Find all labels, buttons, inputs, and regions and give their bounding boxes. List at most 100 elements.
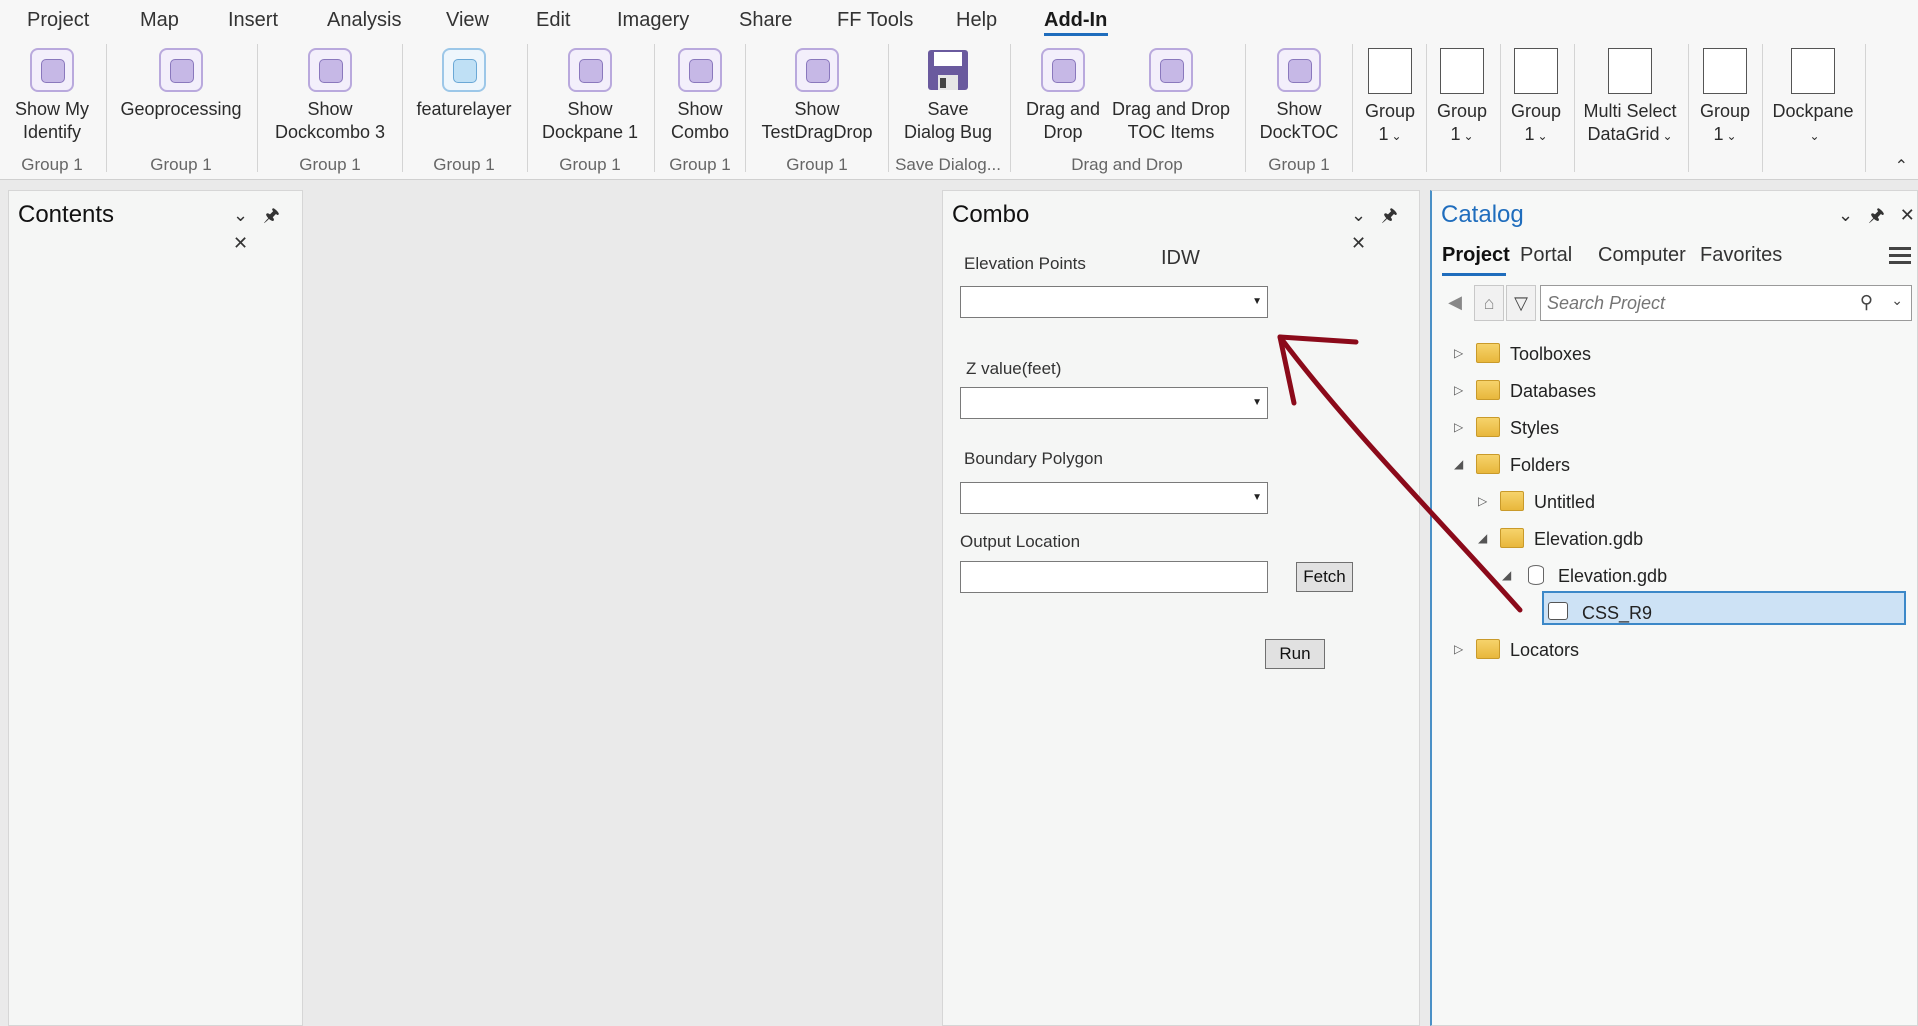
group-1-dropdown-button[interactable]: Group 1 ⌄ bbox=[1432, 48, 1492, 148]
expand-icon[interactable]: ▷ bbox=[1478, 494, 1492, 508]
menu-ff-tools[interactable]: FF Tools bbox=[837, 9, 913, 32]
multi-select-datagrid-button[interactable]: Multi Select DataGrid ⌄ bbox=[1580, 48, 1680, 148]
expand-icon[interactable]: ▷ bbox=[1454, 420, 1468, 434]
pin-icon[interactable]: 🖈 bbox=[263, 203, 280, 233]
tab-project[interactable]: Project bbox=[1442, 244, 1510, 267]
folder-icon bbox=[1500, 528, 1524, 548]
addin-button-icon bbox=[1277, 48, 1321, 92]
group-separator bbox=[1574, 44, 1575, 172]
menu-icon[interactable] bbox=[1889, 247, 1911, 268]
search-icon[interactable]: ⚲ bbox=[1860, 292, 1873, 313]
dockpane-dropdown-button[interactable]: Dockpane ⌄ bbox=[1768, 48, 1858, 148]
tree-item-untitled[interactable]: ▷ Untitled bbox=[1478, 488, 1778, 518]
group-label: Group 1 bbox=[559, 155, 621, 174]
empty-button-icon bbox=[1514, 48, 1558, 94]
tab-portal[interactable]: Portal bbox=[1520, 244, 1572, 267]
chevron-down-icon: ⌄ bbox=[1809, 129, 1820, 143]
pin-icon[interactable]: 🖈 bbox=[1868, 203, 1885, 233]
tree-item-toolboxes[interactable]: ▷ Toolboxes bbox=[1454, 340, 1754, 370]
run-button[interactable]: Run bbox=[1265, 639, 1325, 669]
z-value-dropdown[interactable]: ▼ bbox=[960, 387, 1268, 419]
tab-favorites[interactable]: Favorites bbox=[1700, 244, 1782, 267]
tree-item-databases[interactable]: ▷ Databases bbox=[1454, 377, 1754, 407]
tree-item-folders[interactable]: ◢ Folders bbox=[1454, 451, 1754, 481]
group-separator bbox=[888, 44, 889, 172]
pin-icon[interactable]: 🖈 bbox=[1381, 203, 1398, 233]
close-icon[interactable]: ✕ bbox=[1900, 205, 1915, 226]
combo-pane: Combo ⌄ 🖈 ✕ Elevation Points IDW ▼ Z val… bbox=[942, 190, 1420, 1026]
z-value-label: Z value(feet) bbox=[966, 359, 1062, 378]
tree-item-elevation-gdb[interactable]: ◢ Elevation.gdb bbox=[1502, 562, 1802, 592]
tab-computer[interactable]: Computer bbox=[1598, 244, 1686, 267]
group-separator bbox=[257, 44, 258, 172]
close-icon[interactable]: ✕ bbox=[1351, 233, 1366, 254]
filter-icon[interactable]: ▽ bbox=[1506, 285, 1536, 321]
group-1-dropdown-button[interactable]: Group 1 ⌄ bbox=[1694, 48, 1756, 148]
group-separator bbox=[106, 44, 107, 172]
tree-item-styles[interactable]: ▷ Styles bbox=[1454, 414, 1754, 444]
menu-edit[interactable]: Edit bbox=[536, 9, 570, 32]
output-location-input[interactable] bbox=[960, 561, 1268, 593]
show-docktoc-button[interactable]: Show DockTOC bbox=[1256, 48, 1342, 144]
menu-share[interactable]: Share bbox=[739, 9, 792, 32]
menu-project[interactable]: Project bbox=[27, 9, 89, 32]
group-label: Group 1 bbox=[1268, 155, 1330, 174]
tree-item-locators[interactable]: ▷ Locators bbox=[1454, 636, 1754, 666]
chevron-down-icon[interactable]: ⌄ bbox=[1351, 205, 1366, 226]
show-dockpane-1-button[interactable]: Show Dockpane 1 bbox=[536, 48, 644, 144]
home-icon[interactable]: ⌂ bbox=[1474, 285, 1504, 321]
menu-help[interactable]: Help bbox=[956, 9, 997, 32]
group-label: Group 1 bbox=[669, 155, 731, 174]
active-tab-indicator bbox=[1442, 273, 1506, 276]
close-icon[interactable]: ✕ bbox=[233, 233, 248, 254]
menu-view[interactable]: View bbox=[446, 9, 489, 32]
chevron-down-icon[interactable]: ⌄ bbox=[233, 205, 248, 226]
group-label: Drag and Drop bbox=[1071, 155, 1183, 174]
group-label: Group 1 bbox=[433, 155, 495, 174]
addin-button-icon bbox=[1041, 48, 1085, 92]
tree-item-elevation-gdb-folder[interactable]: ◢ Elevation.gdb bbox=[1478, 525, 1778, 555]
group-1-dropdown-button[interactable]: Group 1 ⌄ bbox=[1506, 48, 1566, 148]
back-icon[interactable]: ◀ bbox=[1440, 285, 1470, 321]
empty-button-icon bbox=[1608, 48, 1652, 94]
point-feature-class-icon bbox=[1548, 602, 1568, 620]
chevron-down-icon[interactable]: ⌄ bbox=[1891, 292, 1903, 309]
expand-icon[interactable]: ▷ bbox=[1454, 383, 1468, 397]
menu-add-in[interactable]: Add-In bbox=[1044, 9, 1107, 32]
show-my-identify-button[interactable]: Show My Identify bbox=[10, 48, 94, 144]
geoprocessing-button[interactable]: Geoprocessing bbox=[116, 48, 246, 121]
tree-item-css-r9[interactable]: CSS_R9 bbox=[1526, 599, 1826, 629]
collapse-icon[interactable]: ◢ bbox=[1454, 457, 1468, 471]
locator-folder-icon bbox=[1476, 639, 1500, 659]
group-separator bbox=[527, 44, 528, 172]
active-menu-indicator bbox=[1044, 33, 1108, 36]
featurelayer-button[interactable]: featurelayer bbox=[412, 48, 516, 121]
expand-icon[interactable]: ▷ bbox=[1454, 642, 1468, 656]
search-input[interactable] bbox=[1547, 290, 1837, 316]
menu-insert[interactable]: Insert bbox=[228, 9, 278, 32]
show-combo-button[interactable]: Show Combo bbox=[664, 48, 736, 144]
boundary-polygon-label: Boundary Polygon bbox=[964, 449, 1103, 468]
menu-map[interactable]: Map bbox=[140, 9, 179, 32]
chevron-down-icon[interactable]: ⌄ bbox=[1838, 205, 1853, 226]
group-label: Group 1 bbox=[150, 155, 212, 174]
collapse-ribbon-icon[interactable]: ⌃ bbox=[1895, 156, 1908, 176]
show-dockcombo-3-button[interactable]: Show Dockcombo 3 bbox=[268, 48, 392, 144]
group-1-dropdown-button[interactable]: Group 1 ⌄ bbox=[1360, 48, 1420, 148]
collapse-icon[interactable]: ◢ bbox=[1478, 531, 1492, 545]
show-testdragdrop-button[interactable]: Show TestDragDrop bbox=[756, 48, 878, 144]
boundary-polygon-dropdown[interactable]: ▼ bbox=[960, 482, 1268, 514]
collapse-icon[interactable]: ◢ bbox=[1502, 568, 1516, 582]
menu-analysis[interactable]: Analysis bbox=[327, 9, 401, 32]
elevation-points-dropdown[interactable]: ▼ bbox=[960, 286, 1268, 318]
save-dialog-bug-button[interactable]: Save Dialog Bug bbox=[896, 48, 1000, 144]
group-separator bbox=[745, 44, 746, 172]
menu-imagery[interactable]: Imagery bbox=[617, 9, 689, 32]
group-label: Group 1 bbox=[786, 155, 848, 174]
drag-and-drop-button[interactable]: Drag and Drop bbox=[1020, 48, 1106, 144]
empty-button-icon bbox=[1791, 48, 1835, 94]
drag-and-drop-toc-items-button[interactable]: Drag and Drop TOC Items bbox=[1108, 48, 1234, 144]
save-disk-icon bbox=[926, 48, 970, 92]
expand-icon[interactable]: ▷ bbox=[1454, 346, 1468, 360]
fetch-button[interactable]: Fetch bbox=[1296, 562, 1353, 592]
